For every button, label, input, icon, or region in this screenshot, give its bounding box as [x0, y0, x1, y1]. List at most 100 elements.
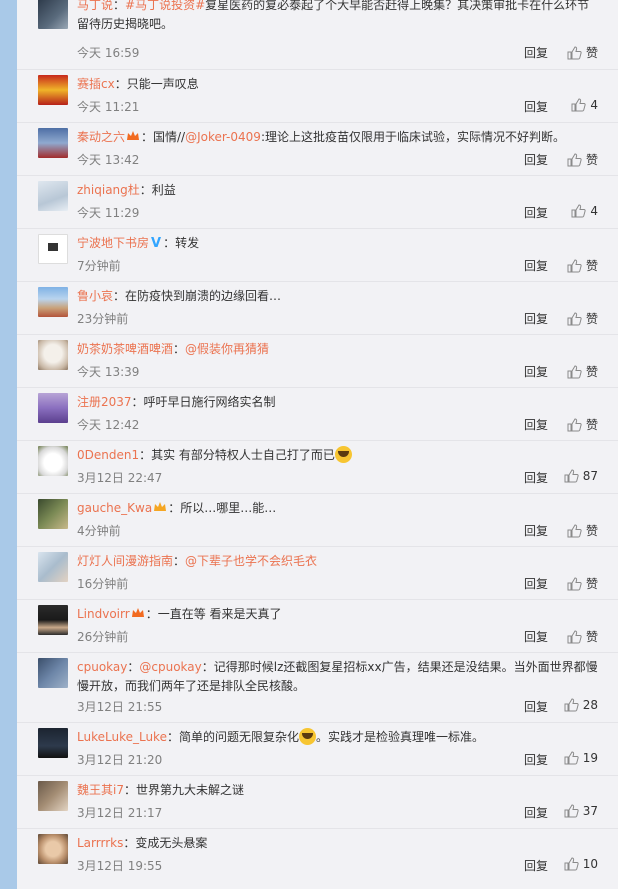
reply-button[interactable]: 回复 [524, 751, 548, 768]
comment-time: 今天 16:59 [77, 46, 140, 60]
reply-button[interactable]: 回复 [524, 363, 548, 380]
like-count: 87 [582, 469, 598, 483]
thumbs-up-icon [564, 698, 579, 712]
reply-button[interactable]: 回复 [524, 857, 548, 874]
avatar[interactable] [38, 658, 68, 688]
reply-button[interactable]: 回复 [524, 257, 548, 274]
comment-username[interactable]: 赛插cx [77, 77, 115, 91]
comment-username[interactable]: 秦动之六 [77, 130, 125, 144]
comment-list: 马丁说：#马丁说投资#复星医药的复必泰起了个大早能否赶得上晚集？其决策审批卡在什… [17, 0, 618, 889]
avatar[interactable] [38, 605, 68, 635]
reply-button[interactable]: 回复 [524, 204, 548, 221]
like-button[interactable]: 19 [564, 751, 598, 765]
avatar[interactable] [38, 728, 68, 758]
comment-time: 3月12日 21:17 [77, 806, 163, 820]
comment-text: 赛插cx：只能一声叹息 [77, 77, 199, 91]
comment-username[interactable]: Larrrrks [77, 836, 123, 850]
avatar[interactable] [38, 552, 68, 582]
comment-username[interactable]: gauche_Kwa [77, 501, 152, 515]
avatar[interactable] [38, 340, 68, 370]
like-button[interactable]: 赞 [567, 44, 598, 61]
reply-button[interactable]: 回复 [524, 698, 548, 715]
comment-username[interactable]: 注册2037 [77, 395, 132, 409]
reply-button[interactable]: 回复 [524, 44, 548, 61]
avatar[interactable] [38, 499, 68, 529]
like-button[interactable]: 赞 [567, 522, 598, 539]
like-count: 28 [582, 698, 598, 712]
comment-username[interactable]: cpuokay [77, 660, 127, 674]
comment-username[interactable]: 马丁说 [77, 0, 113, 12]
like-button[interactable]: 87 [564, 469, 598, 483]
comment-item: Lindvoirr ：一直在等 看来是天真了 26分钟前 回复 赞 [17, 600, 618, 653]
thumbs-up-icon [567, 417, 582, 431]
avatar[interactable] [38, 75, 68, 105]
topic-link[interactable]: #马丁说投资# [125, 0, 205, 12]
like-count: 4 [590, 98, 598, 112]
like-button[interactable]: 赞 [567, 628, 598, 645]
comment-text: 马丁说：#马丁说投资#复星医药的复必泰起了个大早能否赶得上晚集？其决策审批卡在什… [77, 0, 590, 31]
mention-link[interactable]: @下辈子也学不会织毛衣 [185, 554, 317, 568]
mention-link[interactable]: @cpuokay [139, 660, 201, 674]
comment-username[interactable]: LukeLuke_Luke [77, 730, 167, 744]
avatar[interactable] [38, 781, 68, 811]
comment-item: 赛插cx：只能一声叹息 今天 11:21 回复 4 [17, 70, 618, 123]
comment-username[interactable]: 灯灯人间漫游指南 [77, 554, 173, 568]
comment-username[interactable]: zhiqiang杜 [77, 183, 140, 197]
reply-button[interactable]: 回复 [524, 469, 548, 486]
comment-item: 鲁小哀：在防疫快到崩溃的边缘回看… 23分钟前 回复 赞 [17, 282, 618, 335]
avatar[interactable] [38, 446, 68, 476]
avatar[interactable] [38, 128, 68, 158]
like-button[interactable]: 37 [564, 804, 598, 818]
like-button[interactable]: 赞 [567, 257, 598, 274]
like-count: 赞 [585, 46, 598, 60]
like-count: 赞 [585, 312, 598, 326]
mention-link[interactable]: @Joker-0409 [185, 130, 261, 144]
thumbs-up-icon [567, 258, 582, 272]
reply-button[interactable]: 回复 [524, 628, 548, 645]
comment-text: 魏王其i7：世界第九大未解之谜 [77, 783, 244, 797]
comment-time: 今天 11:29 [77, 206, 140, 220]
reply-button[interactable]: 回复 [524, 310, 548, 327]
laughing-emoji-icon [334, 446, 352, 463]
avatar[interactable] [38, 287, 68, 317]
like-button[interactable]: 28 [564, 698, 598, 712]
thumbs-up-icon [567, 523, 582, 537]
mention-link[interactable]: @假装你再猜猜 [185, 342, 269, 356]
like-button[interactable]: 赞 [567, 151, 598, 168]
avatar[interactable] [38, 834, 68, 864]
comment-time: 3月12日 21:55 [77, 700, 163, 714]
like-button[interactable]: 10 [564, 857, 598, 871]
like-button[interactable]: 赞 [567, 575, 598, 592]
comment-item: zhiqiang杜：利益 今天 11:29 回复 4 [17, 176, 618, 229]
reply-button[interactable]: 回复 [524, 416, 548, 433]
comment-username[interactable]: 魏王其i7 [77, 783, 124, 797]
thumbs-up-icon [564, 804, 579, 818]
avatar[interactable] [38, 234, 68, 264]
avatar[interactable] [38, 393, 68, 423]
comment-time: 26分钟前 [77, 630, 129, 644]
thumbs-up-icon [567, 364, 582, 378]
thumbs-up-icon [567, 576, 582, 590]
comment-item: 秦动之六 ：国情//@Joker-0409:理论上这批疫苗仅限用于临床试验，实际情… [17, 123, 618, 176]
reply-button[interactable]: 回复 [524, 804, 548, 821]
comment-username[interactable]: 奶茶奶茶啤酒啤酒 [77, 342, 173, 356]
reply-button[interactable]: 回复 [524, 575, 548, 592]
reply-button[interactable]: 回复 [524, 98, 548, 115]
comment-text: 秦动之六 ：国情//@Joker-0409:理论上这批疫苗仅限用于临床试验，实际情… [77, 130, 565, 144]
thumbs-up-icon [567, 45, 582, 59]
reply-button[interactable]: 回复 [524, 522, 548, 539]
avatar[interactable] [38, 181, 68, 211]
comment-username[interactable]: Lindvoirr [77, 607, 130, 621]
like-button[interactable]: 赞 [567, 416, 598, 433]
comment-text: gauche_Kwa ：所以…哪里…能… [77, 501, 277, 515]
like-button[interactable]: 赞 [567, 363, 598, 380]
comment-username[interactable]: 宁波地下书房 [77, 236, 149, 250]
reply-button[interactable]: 回复 [524, 151, 548, 168]
like-count: 赞 [585, 153, 598, 167]
like-button[interactable]: 4 [571, 204, 598, 218]
like-button[interactable]: 赞 [567, 310, 598, 327]
avatar[interactable] [38, 0, 68, 29]
comment-username[interactable]: 鲁小哀 [77, 289, 113, 303]
comment-username[interactable]: 0Denden1 [77, 448, 139, 462]
like-button[interactable]: 4 [571, 98, 598, 112]
